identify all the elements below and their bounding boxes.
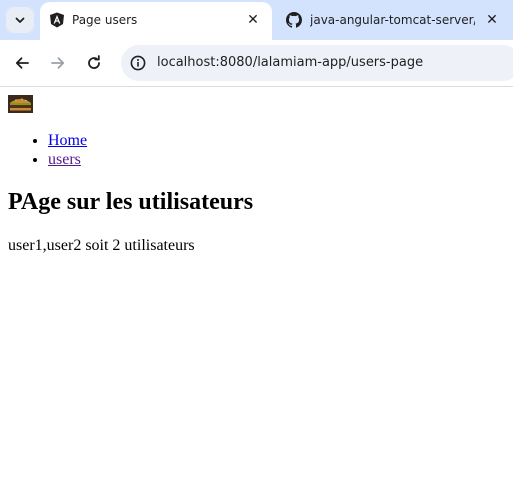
chevron-down-icon: [15, 17, 25, 23]
site-info-button[interactable]: [127, 52, 149, 74]
reload-button[interactable]: [82, 51, 106, 75]
reload-icon: [88, 55, 100, 69]
arrow-right-icon: [51, 57, 65, 69]
home-link[interactable]: Home: [48, 132, 87, 149]
angular-icon: [50, 12, 64, 28]
tab-page-users[interactable]: Page users ✕: [40, 2, 272, 40]
tab-title: Page users: [72, 13, 138, 27]
nav-item-users: users: [48, 150, 87, 169]
page-content: Home users PAge sur les utilisateurs use…: [0, 87, 513, 481]
info-icon: [130, 55, 146, 71]
nav-item-home: Home: [48, 131, 87, 150]
close-tab-icon[interactable]: ✕: [243, 10, 263, 30]
page-nav: Home users: [8, 131, 87, 169]
browser-toolbar: localhost:8080/lalamiam-app/users-page: [0, 40, 513, 87]
tab-title: java-angular-tomcat-server/RE: [310, 13, 475, 27]
users-summary: user1,user2 soit 2 utilisateurs: [8, 237, 195, 254]
tab-search-button[interactable]: [6, 7, 34, 33]
address-bar[interactable]: localhost:8080/lalamiam-app/users-page: [121, 45, 513, 81]
back-button[interactable]: [10, 51, 34, 75]
tab-strip: Page users ✕ java-angular-tomcat-server/…: [0, 0, 513, 40]
github-icon: [286, 12, 302, 28]
burger-logo: [8, 95, 33, 113]
tab-github[interactable]: java-angular-tomcat-server/RE ✕: [276, 2, 513, 38]
users-link[interactable]: users: [48, 151, 81, 168]
close-tab-icon[interactable]: ✕: [482, 10, 502, 30]
url-text[interactable]: localhost:8080/lalamiam-app/users-page: [157, 55, 423, 70]
arrow-left-icon: [15, 57, 29, 69]
page-title: PAge sur les utilisateurs: [8, 189, 254, 215]
forward-button[interactable]: [46, 51, 70, 75]
